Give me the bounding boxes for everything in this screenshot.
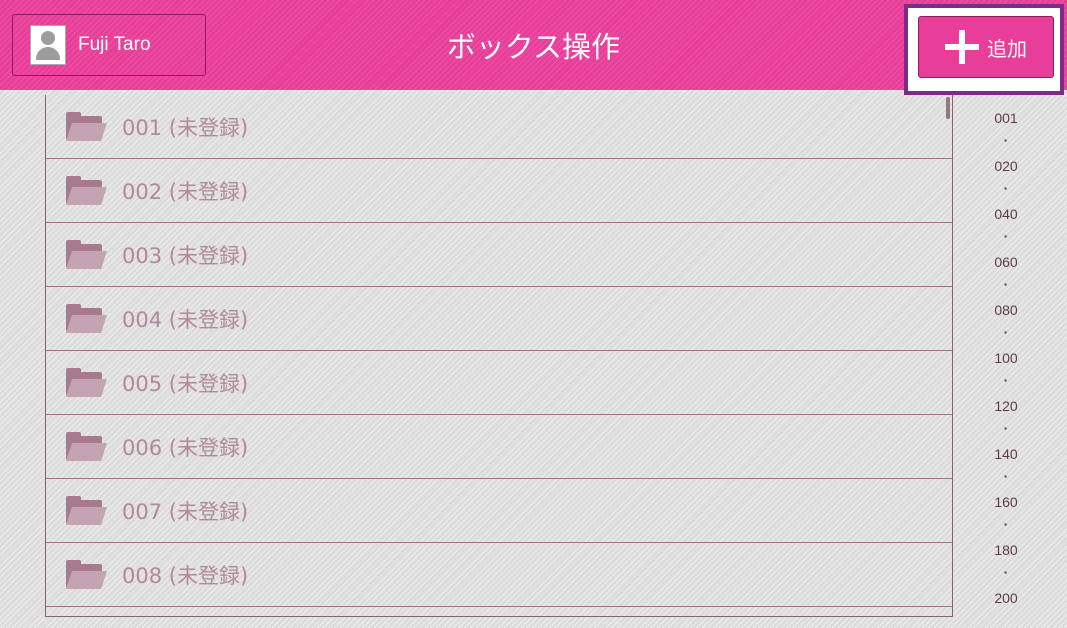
box-label: 008 (未登録)	[122, 563, 249, 588]
index-separator: ·	[1003, 132, 1009, 148]
index-jump-bar[interactable]: 001 · 020 · 040 · 060 · 080 · 100 · 120 …	[985, 104, 1027, 612]
index-separator: ·	[1003, 420, 1009, 436]
index-separator: ·	[1003, 564, 1009, 580]
box-label: 002 (未登録)	[122, 179, 249, 204]
add-button-label: 追加	[987, 36, 1027, 61]
list-item[interactable]: 002 (未登録)	[46, 159, 952, 223]
index-item[interactable]: 200	[985, 584, 1027, 612]
index-item[interactable]: 040	[985, 200, 1027, 228]
box-label: 006 (未登録)	[122, 435, 249, 460]
index-separator: ·	[1003, 372, 1009, 388]
folder-icon	[66, 303, 107, 334]
index-item[interactable]: 020	[985, 152, 1027, 180]
list-item[interactable]: 003 (未登録)	[46, 223, 952, 287]
folder-icon	[66, 431, 107, 462]
box-label: 005 (未登録)	[122, 371, 249, 396]
list-item[interactable]: 004 (未登録)	[46, 287, 952, 351]
index-item[interactable]: 001	[985, 104, 1027, 132]
list-item[interactable]: 008 (未登録)	[46, 543, 952, 607]
list-item[interactable]: 005 (未登録)	[46, 351, 952, 415]
box-label: 007 (未登録)	[122, 499, 249, 524]
box-label: 004 (未登録)	[122, 307, 249, 332]
index-item[interactable]: 080	[985, 296, 1027, 324]
index-separator: ·	[1003, 228, 1009, 244]
index-item[interactable]: 180	[985, 536, 1027, 564]
folder-icon	[66, 495, 107, 526]
box-list[interactable]: 001 (未登録) 002 (未登録) 003 (未登録) 004 (未登録) …	[45, 95, 953, 617]
folder-icon	[66, 175, 107, 206]
folder-icon	[66, 367, 107, 398]
index-item[interactable]: 100	[985, 344, 1027, 372]
folder-icon	[66, 559, 107, 590]
list-item[interactable]: 001 (未登録)	[46, 95, 952, 159]
box-label: 003 (未登録)	[122, 243, 249, 268]
index-separator: ·	[1003, 276, 1009, 292]
index-separator: ·	[1003, 516, 1009, 532]
list-item[interactable]: 007 (未登録)	[46, 479, 952, 543]
add-button[interactable]: 追加	[918, 16, 1054, 78]
plus-icon	[945, 30, 979, 64]
index-item[interactable]: 060	[985, 248, 1027, 276]
scrollbar-thumb[interactable]	[946, 97, 950, 119]
index-separator: ·	[1003, 324, 1009, 340]
folder-icon	[66, 239, 107, 270]
index-item[interactable]: 160	[985, 488, 1027, 516]
box-label: 001 (未登録)	[122, 115, 249, 140]
index-item[interactable]: 140	[985, 440, 1027, 468]
list-item[interactable]: 006 (未登録)	[46, 415, 952, 479]
folder-icon	[66, 111, 107, 142]
index-item[interactable]: 120	[985, 392, 1027, 420]
index-separator: ·	[1003, 180, 1009, 196]
index-separator: ·	[1003, 468, 1009, 484]
